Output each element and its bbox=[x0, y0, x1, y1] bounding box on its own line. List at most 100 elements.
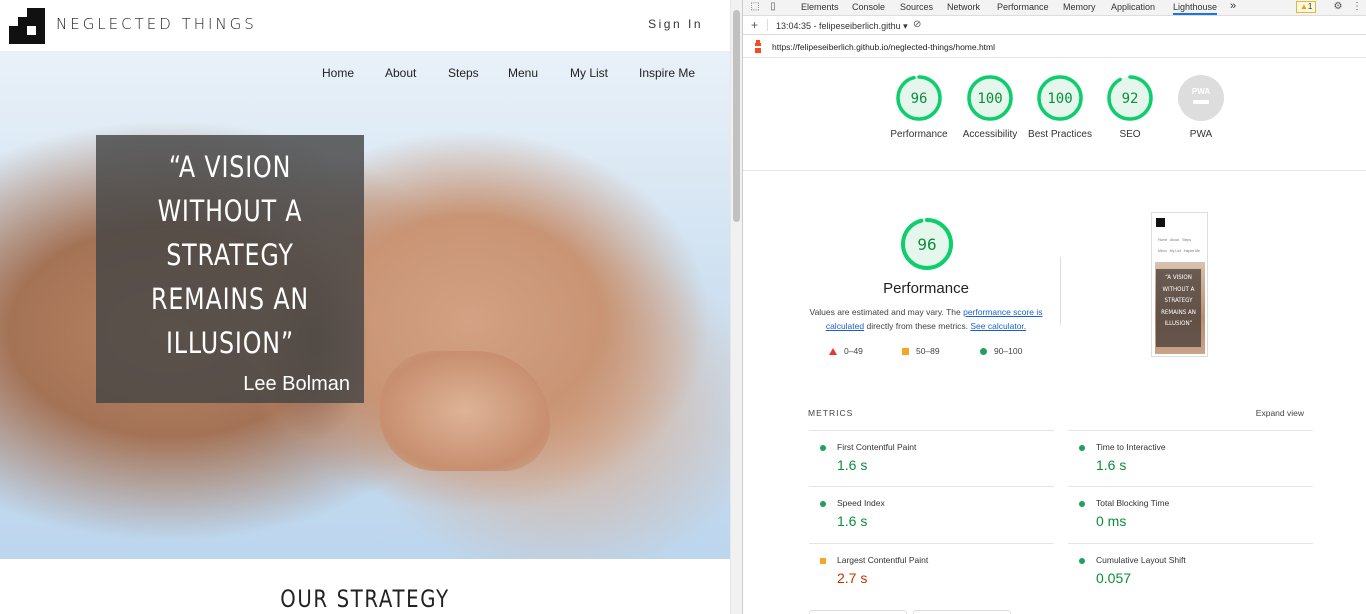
score-value: 100 bbox=[1047, 91, 1072, 107]
report-url[interactable]: https://felipeseiberlich.github.io/negle… bbox=[772, 42, 995, 52]
new-report-plus-icon[interactable]: + bbox=[751, 18, 758, 32]
metric-cumulative-layout-shift: Cumulative Layout Shift 0.057 bbox=[1068, 543, 1313, 599]
scroll-thumb[interactable] bbox=[733, 10, 740, 222]
metric-name: Speed Index bbox=[837, 498, 885, 508]
nav-inspire-me[interactable]: Inspire Me bbox=[639, 66, 695, 80]
tab-console[interactable]: Console bbox=[852, 2, 885, 12]
metric-value: 0.057 bbox=[1096, 570, 1132, 586]
legend-average: 50–89 bbox=[902, 346, 940, 356]
site-brand: NEGLECTED THINGS bbox=[56, 15, 257, 33]
fail-triangle-icon bbox=[829, 348, 837, 356]
report-selector[interactable]: 13:04:35 - felipeseiberlich.githu ▾ bbox=[776, 21, 908, 32]
pass-circle-icon bbox=[820, 501, 826, 507]
score-gauge-performance[interactable]: 96 Performance bbox=[884, 74, 954, 142]
lighthouse-icon bbox=[755, 40, 761, 53]
tab-lighthouse[interactable]: Lighthouse bbox=[1173, 2, 1218, 15]
score-value: 96 bbox=[911, 91, 928, 107]
average-square-icon bbox=[902, 348, 909, 356]
dropdown-caret-icon: ▾ bbox=[903, 21, 908, 31]
performance-section: 96 Performance Values are estimated and … bbox=[743, 172, 1366, 614]
clear-reports-icon[interactable]: ⊘ bbox=[913, 19, 921, 30]
average-square-icon bbox=[820, 558, 826, 564]
metric-first-contentful-paint: First Contentful Paint 1.6 s bbox=[809, 430, 1054, 486]
score-value: 100 bbox=[977, 91, 1002, 107]
nav-steps[interactable]: Steps bbox=[448, 66, 479, 80]
quote-author: Lee Bolman bbox=[243, 373, 350, 395]
metric-value: 2.7 s bbox=[837, 570, 868, 586]
metric-value: 1.6 s bbox=[1096, 457, 1127, 473]
legend-fail: 0–49 bbox=[829, 346, 863, 356]
lighthouse-toolbar: + 13:04:35 - felipeseiberlich.githu ▾ ⊘ bbox=[743, 17, 1366, 35]
page-scrollbar[interactable] bbox=[730, 0, 742, 614]
tab-network[interactable]: Network bbox=[947, 2, 980, 12]
score-label: Performance bbox=[890, 129, 948, 140]
device-toolbar-icon[interactable]: ▯ bbox=[767, 1, 779, 13]
score-legend: 0–49 50–89 90–100 bbox=[829, 346, 1069, 360]
nav-menu[interactable]: Menu bbox=[508, 66, 538, 80]
pass-circle-icon bbox=[1079, 558, 1085, 564]
metric-value: 1.6 s bbox=[837, 457, 868, 473]
metric-name: Largest Contentful Paint bbox=[837, 555, 929, 565]
devtools-panel: ⬚ ▯ Elements Console Sources Network Per… bbox=[742, 0, 1366, 614]
tab-application[interactable]: Application bbox=[1111, 2, 1155, 12]
section-divider bbox=[1060, 257, 1061, 325]
quote-box: “A VISION WITHOUT A STRATEGY REMAINS AN … bbox=[96, 135, 364, 403]
metric-name: Cumulative Layout Shift bbox=[1096, 555, 1186, 565]
warnings-badge[interactable]: ▲1 bbox=[1296, 1, 1317, 13]
score-ring: 100 bbox=[1037, 75, 1083, 121]
nav-home[interactable]: Home bbox=[322, 66, 354, 80]
inspect-element-icon[interactable]: ⬚ bbox=[749, 1, 761, 13]
tab-memory[interactable]: Memory bbox=[1063, 2, 1096, 12]
tab-elements[interactable]: Elements bbox=[801, 2, 839, 12]
main-nav: Home About Steps Menu My List Inspire Me bbox=[0, 66, 730, 86]
metrics-title: METRICS bbox=[808, 408, 854, 418]
svg-text:96: 96 bbox=[917, 235, 936, 254]
more-tabs-icon[interactable]: » bbox=[1230, 0, 1236, 12]
score-gauge-pwa[interactable]: PWA PWA bbox=[1166, 74, 1236, 142]
nav-my-list[interactable]: My List bbox=[570, 66, 608, 80]
quote-text: “A VISION WITHOUT A STRATEGY REMAINS AN … bbox=[150, 150, 310, 360]
svg-text:PWA: PWA bbox=[1192, 87, 1210, 96]
more-options-icon[interactable]: ⋮ bbox=[1351, 1, 1363, 13]
site-header: NEGLECTED THINGS Sign In bbox=[0, 0, 730, 51]
devtools-tabbar: ⬚ ▯ Elements Console Sources Network Per… bbox=[743, 0, 1366, 16]
view-treemap-button[interactable] bbox=[809, 610, 907, 614]
pass-circle-icon bbox=[980, 348, 987, 356]
metric-name: Time to Interactive bbox=[1096, 442, 1166, 452]
performance-score-gauge: 96 bbox=[901, 218, 953, 270]
hero-image: Home About Steps Menu My List Inspire Me… bbox=[0, 51, 730, 559]
score-ring: 92 bbox=[1107, 75, 1153, 121]
website-viewport: NEGLECTED THINGS Sign In Home About Step… bbox=[0, 0, 730, 614]
legend-pass: 90–100 bbox=[980, 346, 1022, 356]
score-gauge-seo[interactable]: 92 SEO bbox=[1095, 74, 1165, 142]
report-url-bar: https://felipeseiberlich.github.io/negle… bbox=[743, 36, 1366, 58]
pass-circle-icon bbox=[1079, 501, 1085, 507]
score-label: Accessibility bbox=[962, 129, 1018, 140]
warning-icon: ▲ bbox=[1300, 2, 1308, 11]
settings-gear-icon[interactable]: ⚙ bbox=[1332, 1, 1344, 13]
score-label: PWA bbox=[1189, 129, 1213, 140]
pass-circle-icon bbox=[820, 445, 826, 451]
view-trace-button[interactable] bbox=[913, 610, 1011, 614]
tab-sources[interactable]: Sources bbox=[900, 2, 933, 12]
metric-largest-contentful-paint: Largest Contentful Paint 2.7 s bbox=[809, 543, 1054, 599]
final-screenshot-preview[interactable]: Home About Steps Menu My List Inspire Me … bbox=[1151, 212, 1208, 357]
pwa-badge-icon: PWA bbox=[1178, 75, 1224, 121]
site-logo-icon[interactable] bbox=[9, 8, 45, 44]
expand-view-toggle[interactable]: Expand view bbox=[1256, 408, 1304, 418]
metric-name: First Contentful Paint bbox=[837, 442, 917, 452]
metric-speed-index: Speed Index 1.6 s bbox=[809, 486, 1054, 542]
performance-description: Values are estimated and may vary. The p… bbox=[809, 307, 1043, 331]
category-scores: 96 Performance 100 Accessibility 100 Best P… bbox=[743, 59, 1366, 171]
score-gauge-best-practices[interactable]: 100 Best Practices bbox=[1025, 74, 1095, 142]
sign-in-link[interactable]: Sign In bbox=[648, 17, 703, 31]
nav-about[interactable]: About bbox=[385, 66, 416, 80]
performance-title: Performance bbox=[883, 280, 969, 297]
score-gauge-accessibility[interactable]: 100 Accessibility bbox=[955, 74, 1025, 142]
see-calculator-link[interactable]: See calculator. bbox=[970, 321, 1026, 331]
pass-circle-icon bbox=[1079, 445, 1085, 451]
section-title: OUR STRATEGY bbox=[280, 585, 450, 613]
tab-performance[interactable]: Performance bbox=[997, 2, 1049, 12]
score-ring: 96 bbox=[896, 75, 942, 121]
metric-name: Total Blocking Time bbox=[1096, 498, 1170, 508]
